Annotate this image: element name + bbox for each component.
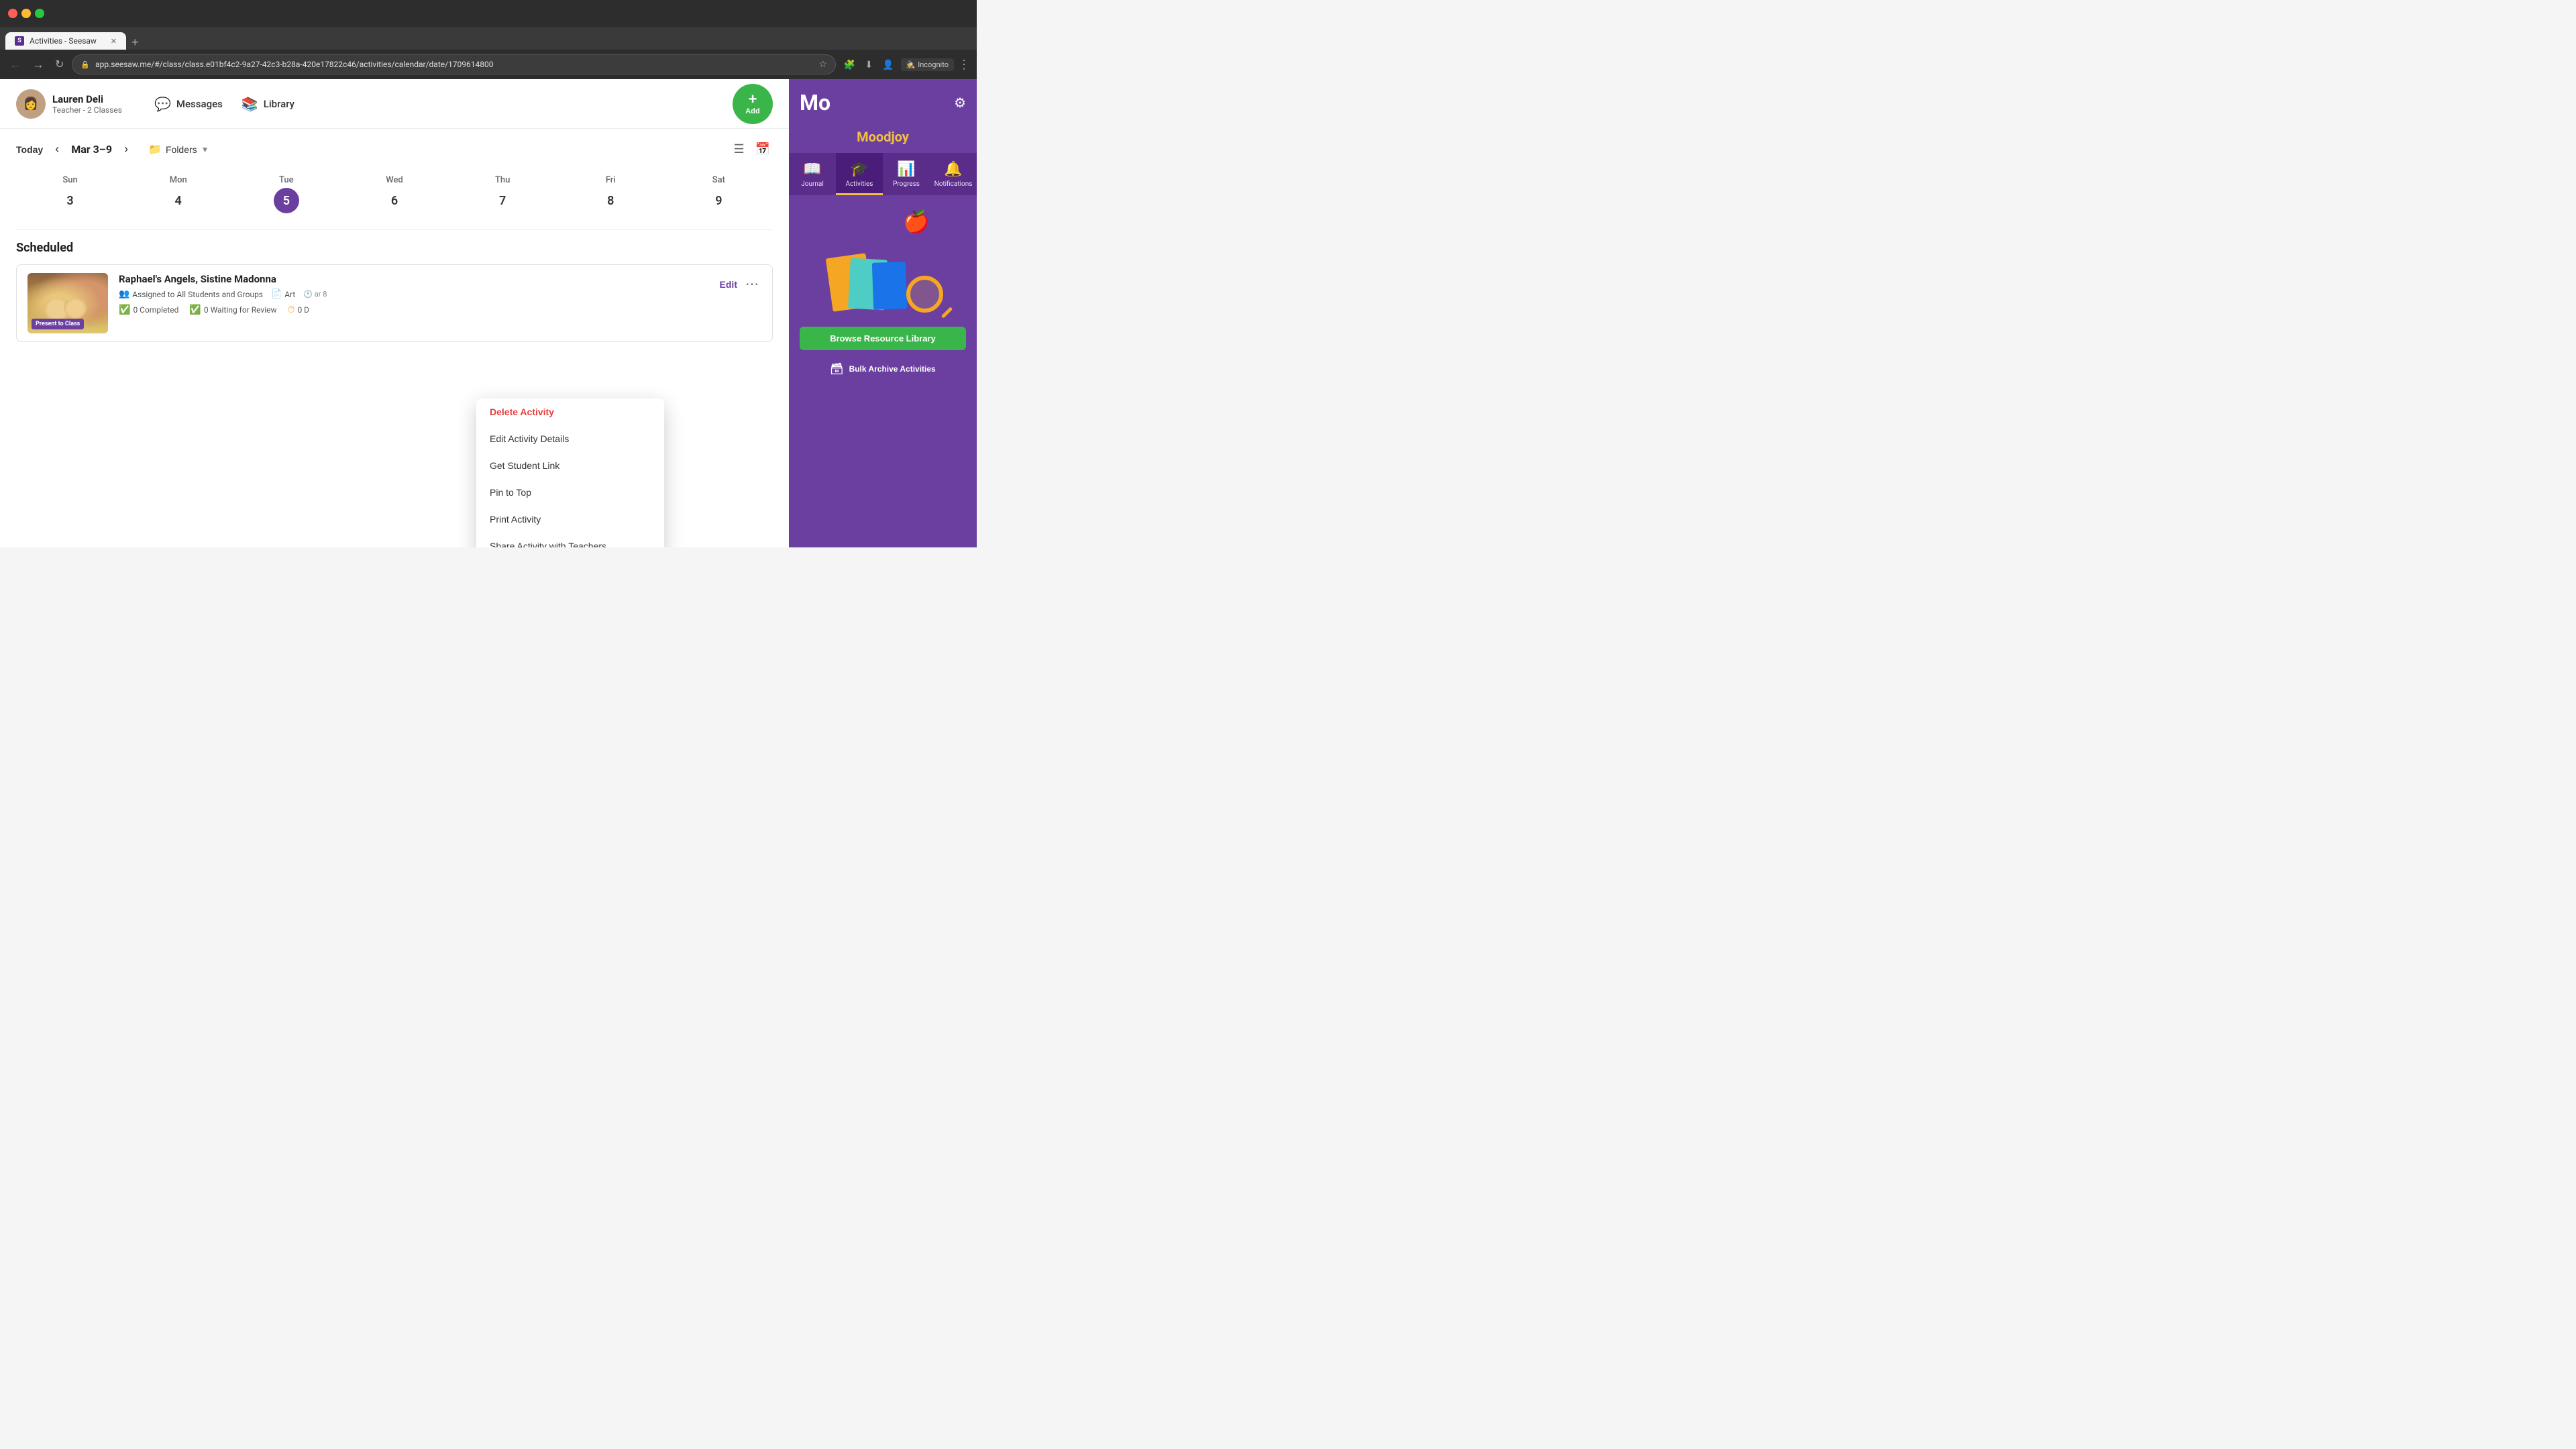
journal-icon: 📖 xyxy=(803,161,821,178)
incognito-icon: 🕵 xyxy=(906,60,916,69)
sidebar-header: Mo ⚙ xyxy=(789,79,977,126)
new-tab-btn[interactable]: + xyxy=(126,36,144,50)
main-content: 👩 Lauren Deli Teacher - 2 Classes 💬 Mess… xyxy=(0,79,789,547)
sidebar-nav-journal[interactable]: 📖 Journal xyxy=(789,153,836,195)
bulk-archive-label: Bulk Archive Activities xyxy=(849,364,936,374)
sidebar-logo: Mo xyxy=(800,90,830,115)
archive-icon: 🗃 xyxy=(830,362,843,376)
star-icon[interactable]: ☆ xyxy=(818,59,827,70)
sidebar-nav-progress[interactable]: 📊 Progress xyxy=(883,153,930,195)
lock-icon: 🔒 xyxy=(80,60,90,69)
share-activity-btn[interactable]: Share Activity with Teachers xyxy=(476,533,664,547)
tab-close-btn[interactable]: ✕ xyxy=(111,37,117,46)
sidebar-gear-btn[interactable]: ⚙ xyxy=(954,95,966,111)
incognito-badge: 🕵 Incognito xyxy=(901,58,955,71)
progress-label: Progress xyxy=(893,180,920,188)
illustration-apple: 🍎 xyxy=(903,209,930,234)
url-bar-actions: 🧩 ⬇ 👤 🕵 Incognito ⋮ xyxy=(841,56,970,73)
tab-title: Activities - Seesaw xyxy=(30,36,97,46)
close-window-btn[interactable] xyxy=(8,9,17,18)
browser-menu-btn[interactable]: ⋮ xyxy=(958,58,970,72)
sidebar-nav-notifications[interactable]: 🔔 Notifications xyxy=(930,153,977,195)
maximize-window-btn[interactable] xyxy=(35,9,44,18)
pin-to-top-btn[interactable]: Pin to Top xyxy=(476,479,664,506)
progress-icon: 📊 xyxy=(897,161,915,178)
context-menu: Delete Activity Edit Activity Details Ge… xyxy=(476,398,664,547)
url-bar-row: ← → ↻ 🔒 app.seesaw.me/#/class/class.e01b… xyxy=(0,50,977,79)
forward-btn[interactable]: → xyxy=(30,55,47,74)
notifications-icon: 🔔 xyxy=(944,161,962,178)
activities-label: Activities xyxy=(846,180,873,188)
journal-label: Journal xyxy=(801,180,824,188)
sidebar-nav: 📖 Journal 🎓 Activities 📊 Progress 🔔 Noti… xyxy=(789,153,977,195)
bulk-archive-btn[interactable]: 🗃 Bulk Archive Activities xyxy=(830,358,935,380)
url-text: app.seesaw.me/#/class/class.e01bf4c2-9a2… xyxy=(95,60,813,69)
download-btn[interactable]: ⬇ xyxy=(862,56,875,73)
profile-btn[interactable]: 👤 xyxy=(879,56,896,73)
get-student-link-btn[interactable]: Get Student Link xyxy=(476,452,664,479)
browse-resource-library-btn[interactable]: Browse Resource Library xyxy=(800,327,966,350)
active-tab[interactable]: S Activities - Seesaw ✕ xyxy=(5,32,126,50)
sidebar-nav-activities[interactable]: 🎓 Activities xyxy=(836,153,883,195)
minimize-window-btn[interactable] xyxy=(21,9,31,18)
illustration-book3 xyxy=(872,262,907,310)
illustration-magnifier xyxy=(906,276,943,313)
activities-icon: 🎓 xyxy=(850,161,868,178)
url-bar[interactable]: 🔒 app.seesaw.me/#/class/class.e01bf4c2-9… xyxy=(72,54,835,74)
sidebar-illustration: 🍎 Browse Resource Library 🗃 Bulk Archive… xyxy=(789,195,977,547)
illustration-area: 🍎 xyxy=(816,209,950,316)
delete-activity-btn[interactable]: Delete Activity xyxy=(476,398,664,425)
window-controls xyxy=(8,9,44,18)
tab-bar: S Activities - Seesaw ✕ + xyxy=(0,27,977,50)
edit-activity-details-btn[interactable]: Edit Activity Details xyxy=(476,425,664,452)
incognito-label: Incognito xyxy=(918,60,949,69)
tab-favicon: S xyxy=(15,36,24,46)
right-sidebar: Mo ⚙ Moodjoy 📖 Journal 🎓 Activities 📊 Pr… xyxy=(789,79,977,547)
browser-chrome xyxy=(0,0,977,27)
notifications-label: Notifications xyxy=(934,180,973,188)
back-btn[interactable]: ← xyxy=(7,55,24,74)
sidebar-username: Moodjoy xyxy=(789,126,977,153)
refresh-btn[interactable]: ↻ xyxy=(52,55,66,74)
extensions-btn[interactable]: 🧩 xyxy=(841,56,858,73)
print-activity-btn[interactable]: Print Activity xyxy=(476,506,664,533)
app-container: 👩 Lauren Deli Teacher - 2 Classes 💬 Mess… xyxy=(0,79,977,547)
menu-overlay[interactable] xyxy=(0,79,789,547)
